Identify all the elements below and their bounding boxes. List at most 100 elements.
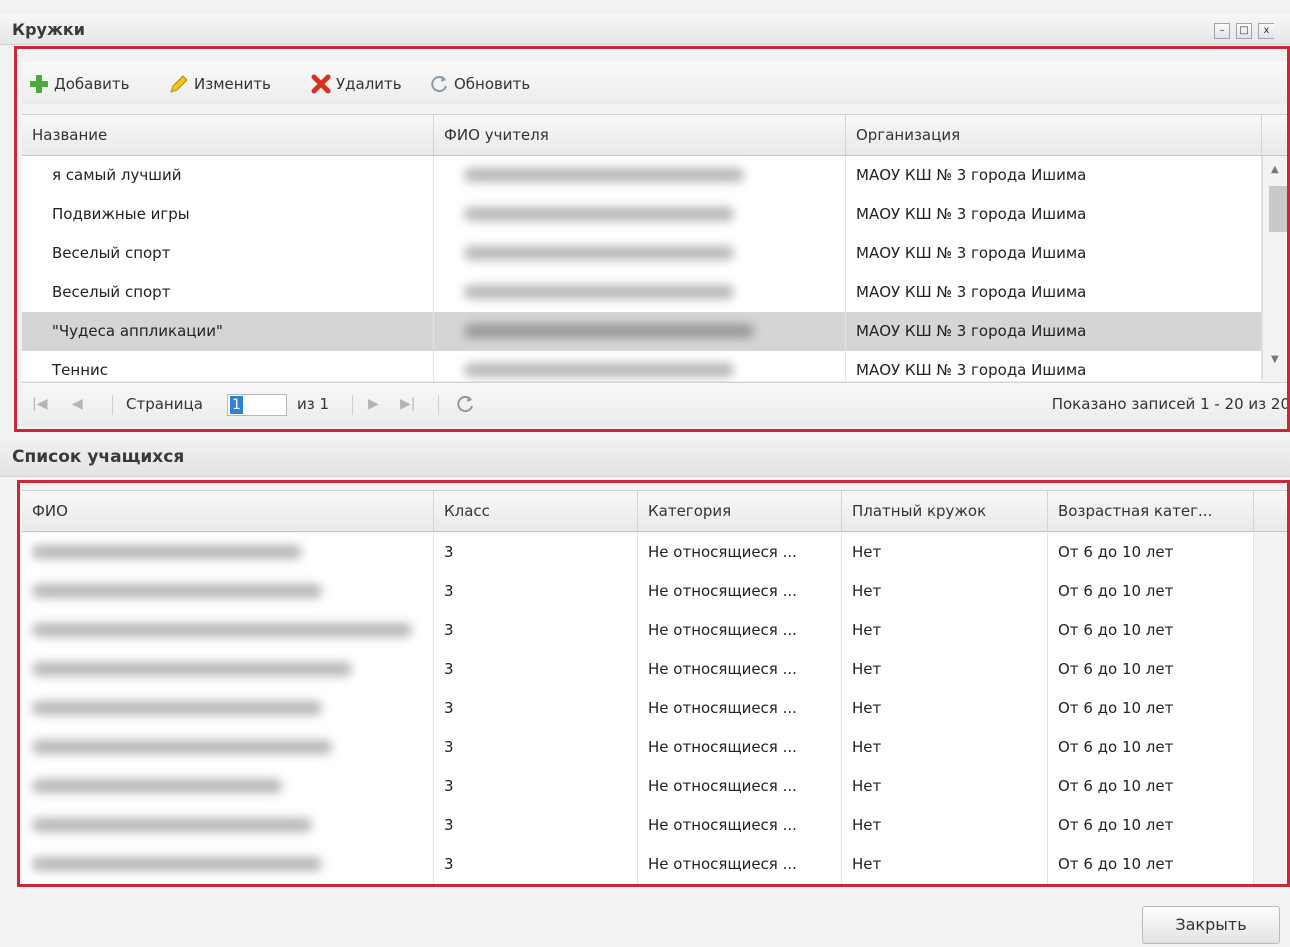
next-page-icon[interactable]: ▶ (368, 396, 379, 412)
category-cell: Не относящиеся ... (638, 767, 842, 806)
category-cell: Не относящиеся ... (638, 572, 842, 611)
pencil-icon (168, 73, 190, 95)
clubs-grid-scrollbar[interactable]: ▲ ▼ (1262, 156, 1290, 378)
student-name-redacted (22, 650, 434, 689)
age-category-cell: От 6 до 10 лет (1048, 767, 1254, 806)
close-window-button[interactable]: x (1258, 23, 1274, 39)
table-row[interactable]: 3 Не относящиеся ... Нет От 6 до 10 лет (22, 806, 1254, 846)
paid-cell: Нет (842, 767, 1048, 806)
add-icon (28, 73, 50, 95)
class-cell: 3 (434, 533, 638, 572)
student-name-redacted (22, 572, 434, 611)
table-row[interactable]: 3 Не относящиеся ... Нет От 6 до 10 лет (22, 650, 1254, 690)
column-header-category[interactable]: Категория (638, 491, 842, 531)
first-page-icon[interactable]: |◀ (32, 396, 47, 412)
students-section-header: Список учащихся (0, 440, 1290, 477)
delete-button[interactable]: Удалить (310, 72, 402, 96)
age-category-cell: От 6 до 10 лет (1048, 533, 1254, 572)
prev-page-icon[interactable]: ◀ (72, 396, 83, 412)
category-cell: Не относящиеся ... (638, 845, 842, 884)
category-cell: Не относящиеся ... (638, 689, 842, 728)
table-row[interactable]: 3 Не относящиеся ... Нет От 6 до 10 лет (22, 572, 1254, 612)
table-row[interactable]: 3 Не относящиеся ... Нет От 6 до 10 лет (22, 728, 1254, 768)
column-header-filler (1254, 491, 1290, 531)
page-number-input[interactable]: 1 (227, 394, 287, 416)
delete-label: Удалить (336, 75, 402, 93)
pager-refresh-icon[interactable] (454, 393, 476, 419)
table-row[interactable]: 3 Не относящиеся ... Нет От 6 до 10 лет (22, 689, 1254, 729)
paid-cell: Нет (842, 572, 1048, 611)
close-button[interactable]: Закрыть (1142, 906, 1280, 944)
last-page-icon[interactable]: ▶| (400, 396, 415, 412)
column-header-fio[interactable]: ФИО (22, 491, 434, 531)
organization-cell: МАОУ КШ № 3 города Ишима (846, 234, 1262, 273)
table-row[interactable]: 3 Не относящиеся ... Нет От 6 до 10 лет (22, 767, 1254, 807)
refresh-button[interactable]: Обновить (428, 72, 530, 96)
table-row[interactable]: 3 Не относящиеся ... Нет От 6 до 10 лет (22, 611, 1254, 651)
table-row[interactable]: 3 Не относящиеся ... Нет От 6 до 10 лет (22, 533, 1254, 573)
paid-cell: Нет (842, 650, 1048, 689)
class-cell: 3 (434, 806, 638, 845)
clubs-pager: |◀ ◀ Страница 1 из 1 ▶ ▶| Показано запис… (22, 382, 1290, 427)
table-row[interactable]: Веселый спорт МАОУ КШ № 3 города Ишима (22, 273, 1262, 313)
teacher-name-redacted (434, 234, 846, 273)
clubs-window: Кружки – □ x Добавить Изменить Удалить О… (0, 0, 1290, 947)
class-cell: 3 (434, 767, 638, 806)
class-cell: 3 (434, 572, 638, 611)
window-titlebar[interactable]: Кружки – □ x (0, 14, 1290, 45)
refresh-label: Обновить (454, 75, 531, 93)
column-header-name[interactable]: Название (22, 115, 434, 155)
class-cell: 3 (434, 728, 638, 767)
club-name-cell: я самый лучший (22, 156, 434, 195)
student-name-redacted (22, 767, 434, 806)
refresh-icon (428, 73, 450, 95)
scroll-down-icon[interactable]: ▼ (1271, 354, 1279, 365)
organization-cell: МАОУ КШ № 3 города Ишима (846, 195, 1262, 234)
table-row[interactable]: я самый лучший МАОУ КШ № 3 города Ишима (22, 156, 1262, 196)
add-button[interactable]: Добавить (28, 72, 130, 96)
student-name-redacted (22, 845, 434, 884)
page-count-label: из 1 (297, 395, 330, 413)
minimize-button[interactable]: – (1214, 23, 1230, 39)
table-row-selected[interactable]: "Чудеса аппликации" МАОУ КШ № 3 города И… (22, 312, 1262, 352)
page-label: Страница (126, 395, 203, 413)
column-header-teacher[interactable]: ФИО учителя (434, 115, 846, 155)
table-row[interactable]: Подвижные игры МАОУ КШ № 3 города Ишима (22, 195, 1262, 235)
maximize-button[interactable]: □ (1236, 23, 1252, 39)
class-cell: 3 (434, 650, 638, 689)
paid-cell: Нет (842, 611, 1048, 650)
delete-icon (310, 73, 332, 95)
table-row[interactable]: 3 Не относящиеся ... Нет От 6 до 10 лет (22, 845, 1254, 885)
page-number-value: 1 (230, 396, 243, 414)
club-name-cell: Подвижные игры (22, 195, 434, 234)
paid-cell: Нет (842, 689, 1048, 728)
category-cell: Не относящиеся ... (638, 728, 842, 767)
organization-cell: МАОУ КШ № 3 города Ишима (846, 273, 1262, 312)
club-name-cell: Веселый спорт (22, 234, 434, 273)
age-category-cell: От 6 до 10 лет (1048, 611, 1254, 650)
column-header-age-category[interactable]: Возрастная катег... (1048, 491, 1254, 531)
clubs-grid-header: Название ФИО учителя Организация (22, 114, 1290, 156)
column-header-class[interactable]: Класс (434, 491, 638, 531)
class-cell: 3 (434, 845, 638, 884)
organization-cell: МАОУ КШ № 3 города Ишима (846, 156, 1262, 195)
column-header-organization[interactable]: Организация (846, 115, 1262, 155)
scrollbar-thumb[interactable] (1269, 186, 1287, 232)
club-name-cell: "Чудеса аппликации" (22, 312, 434, 351)
category-cell: Не относящиеся ... (638, 533, 842, 572)
age-category-cell: От 6 до 10 лет (1048, 728, 1254, 767)
paid-cell: Нет (842, 845, 1048, 884)
column-header-filler (1262, 115, 1290, 155)
table-row[interactable]: Теннис МАОУ КШ № 3 города Ишима (22, 351, 1262, 390)
teacher-name-redacted (434, 312, 846, 351)
table-row[interactable]: Веселый спорт МАОУ КШ № 3 города Ишима (22, 234, 1262, 274)
edit-button[interactable]: Изменить (168, 72, 271, 96)
scroll-up-icon[interactable]: ▲ (1271, 164, 1279, 175)
add-label: Добавить (54, 75, 130, 93)
category-cell: Не относящиеся ... (638, 611, 842, 650)
age-category-cell: От 6 до 10 лет (1048, 806, 1254, 845)
category-cell: Не относящиеся ... (638, 806, 842, 845)
column-header-paid[interactable]: Платный кружок (842, 491, 1048, 531)
paid-cell: Нет (842, 533, 1048, 572)
category-cell: Не относящиеся ... (638, 650, 842, 689)
